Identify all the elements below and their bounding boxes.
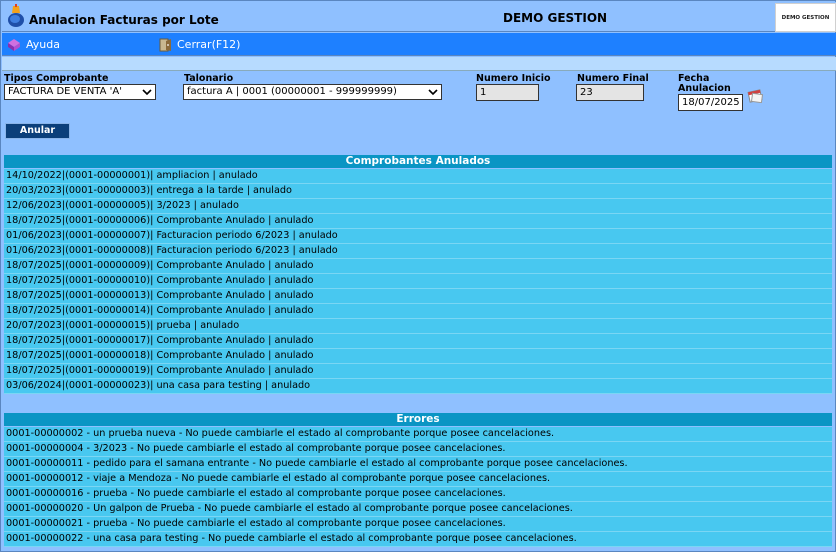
close-label: Cerrar(F12) (177, 38, 241, 51)
window-frame: Anulacion Facturas por Lote DEMO GESTION… (0, 0, 836, 552)
list-item: 0001-00000016 - prueba - No puede cambia… (4, 487, 832, 502)
anulados-list: 14/10/2022|(0001-00000001)| ampliacion |… (4, 169, 832, 394)
close-menu-item[interactable]: Cerrar(F12) (157, 36, 240, 53)
numero-inicio-input[interactable]: 1 (476, 84, 539, 101)
help-label: Ayuda (26, 38, 60, 51)
page-title: Anulacion Facturas por Lote (29, 13, 219, 27)
list-item: 0001-00000002 - un prueba nueva - No pue… (4, 427, 832, 442)
list-item: 12/06/2023|(0001-00000005)| 3/2023 | anu… (4, 199, 832, 214)
company-name: DEMO GESTION (503, 11, 608, 25)
list-item: 01/06/2023|(0001-00000007)| Facturacion … (4, 229, 832, 244)
close-door-icon (159, 38, 171, 51)
numero-final-input[interactable]: 23 (576, 84, 644, 101)
list-item: 18/07/2025|(0001-00000014)| Comprobante … (4, 304, 832, 319)
calendar-icon[interactable] (747, 87, 765, 103)
numero-final-label: Numero Final (577, 73, 649, 84)
anulados-header: Comprobantes Anulados (4, 155, 832, 168)
list-item: 18/07/2025|(0001-00000019)| Comprobante … (4, 364, 832, 379)
help-menu-item[interactable]: Ayuda (6, 36, 60, 53)
anular-button[interactable]: Anular (5, 123, 70, 139)
app-icon (8, 4, 24, 27)
talonario-select[interactable]: factura A | 0001 (00000001 - 999999999) (183, 84, 442, 100)
chevron-down-icon (428, 89, 438, 96)
tipos-comprobante-value: FACTURA DE VENTA 'A' (8, 86, 122, 97)
help-book-icon (8, 38, 20, 51)
list-item: 18/07/2025|(0001-00000018)| Comprobante … (4, 349, 832, 364)
tipos-comprobante-label: Tipos Comprobante (4, 73, 109, 84)
errores-header: Errores (4, 413, 832, 426)
chevron-down-icon (142, 89, 152, 96)
list-item: 01/06/2023|(0001-00000008)| Facturacion … (4, 244, 832, 259)
talonario-value: factura A | 0001 (00000001 - 999999999) (187, 86, 397, 97)
anulacion-label: Anulacion (678, 83, 731, 94)
tipos-comprobante-select[interactable]: FACTURA DE VENTA 'A' (4, 84, 156, 100)
menu-bar: Ayuda Cerrar(F12) (2, 33, 836, 56)
list-item: 18/07/2025|(0001-00000017)| Comprobante … (4, 334, 832, 349)
list-item: 0001-00000012 - viaje a Mendoza - No pue… (4, 472, 832, 487)
list-item: 0001-00000011 - pedido para el samana en… (4, 457, 832, 472)
list-item: 0001-00000022 - una casa para testing - … (4, 532, 832, 547)
list-item: 14/10/2022|(0001-00000001)| ampliacion |… (4, 169, 832, 184)
list-item: 18/07/2025|(0001-00000013)| Comprobante … (4, 289, 832, 304)
fecha-anulacion-input[interactable]: 18/07/2025 (678, 94, 743, 111)
errores-list: 0001-00000002 - un prueba nueva - No pue… (4, 427, 832, 547)
list-item: 0001-00000004 - 3/2023 - No puede cambia… (4, 442, 832, 457)
logo-text: DEMO GESTION (781, 14, 830, 21)
list-item: 20/03/2023|(0001-00000003)| entrega a la… (4, 184, 832, 199)
list-item: 18/07/2025|(0001-00000009)| Comprobante … (4, 259, 832, 274)
title-bar: Anulacion Facturas por Lote DEMO GESTION… (2, 2, 836, 32)
talonario-label: Talonario (184, 73, 234, 84)
company-logo: DEMO GESTION (775, 3, 836, 32)
separator-strip (2, 57, 836, 71)
list-item: 20/07/2023|(0001-00000015)| prueba | anu… (4, 319, 832, 334)
list-item: 03/06/2024|(0001-00000023)| una casa par… (4, 379, 832, 394)
numero-inicio-label: Numero Inicio (476, 73, 551, 84)
list-item: 0001-00000020 - Un galpon de Prueba - No… (4, 502, 832, 517)
list-item: 18/07/2025|(0001-00000006)| Comprobante … (4, 214, 832, 229)
list-item: 18/07/2025|(0001-00000010)| Comprobante … (4, 274, 832, 289)
list-item: 0001-00000021 - prueba - No puede cambia… (4, 517, 832, 532)
